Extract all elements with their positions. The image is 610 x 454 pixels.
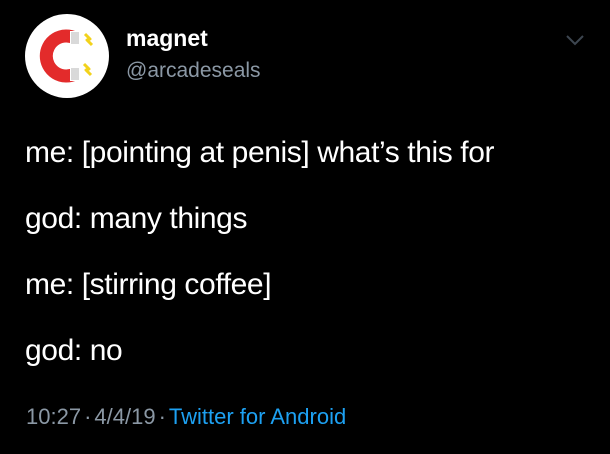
tweet-source-link[interactable]: Twitter for Android [169, 404, 346, 429]
tweet-date[interactable]: 4/4/19 [94, 404, 155, 429]
separator: · [84, 404, 92, 429]
display-name[interactable]: magnet [126, 27, 208, 50]
avatar[interactable] [25, 14, 109, 98]
chevron-down-icon[interactable] [565, 33, 585, 47]
tweet-line: me: [pointing at penis] what’s this for [25, 136, 495, 169]
tweet-card: magnet @arcadeseals me: [pointing at pen… [0, 0, 610, 454]
tweet-text: me: [pointing at penis] what’s this for … [25, 138, 600, 402]
user-handle[interactable]: @arcadeseals [126, 60, 261, 81]
tweet-line: god: many things [25, 202, 248, 235]
tweet-time[interactable]: 10:27 [26, 404, 81, 429]
tweet-line: me: [stirring coffee] [25, 268, 272, 301]
magnet-icon [39, 29, 94, 83]
tweet-line: god: no [25, 334, 123, 367]
tweet-meta: 10:27 · 4/4/19 · Twitter for Android [26, 406, 346, 428]
separator: · [158, 404, 166, 429]
